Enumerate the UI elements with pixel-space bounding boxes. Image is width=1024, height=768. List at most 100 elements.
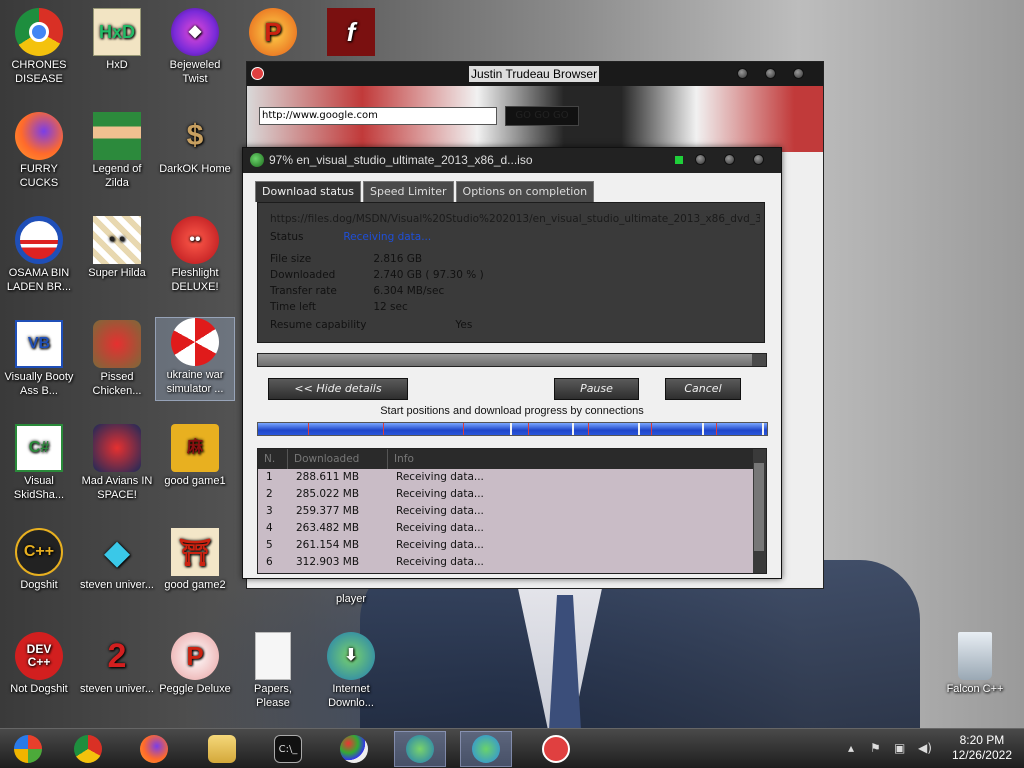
desktop-icon-visual-skidsha[interactable]: C# Visual SkidSha... xyxy=(0,424,78,502)
go-button[interactable]: GO GO GO xyxy=(505,106,579,126)
taskbar-trudeau-browser[interactable] xyxy=(530,731,582,767)
desktop-icon-internet-download[interactable]: ⬇ Internet Downlo... xyxy=(312,632,390,710)
idm-icon: ⬇ xyxy=(327,632,375,680)
desktop-icon-steven-universe-2[interactable]: 2 steven univer... xyxy=(78,632,156,696)
column-header-downloaded[interactable]: Downloaded xyxy=(288,449,388,469)
network-icon[interactable]: ▣ xyxy=(894,741,905,755)
connections-table-header: N. Downloaded Info xyxy=(258,449,766,469)
tab-speed-limiter[interactable]: Speed Limiter xyxy=(362,181,454,202)
close-button[interactable] xyxy=(793,68,804,79)
table-row[interactable]: 4 263.482 MB Receiving data... xyxy=(258,520,766,537)
action-center-flag-icon[interactable]: ⚑ xyxy=(870,741,881,755)
time-left-row: Time left 12 sec xyxy=(270,301,408,315)
desktop-icon-firefox[interactable]: FURRY CUCKS xyxy=(0,112,78,190)
start-button[interactable] xyxy=(2,731,54,767)
taskbar-paint[interactable] xyxy=(328,731,380,767)
desktop-icon-visually-booty[interactable]: VB Visually Booty Ass B... xyxy=(0,320,78,398)
desktop-icon-dogshit[interactable]: C++ Dogshit xyxy=(0,528,78,592)
taskbar-firefox[interactable] xyxy=(128,731,180,767)
desktop-icon-super-hilda[interactable]: • • Super Hilda xyxy=(78,216,156,280)
download-titlebar[interactable]: 97% en_visual_studio_ultimate_2013_x86_d… xyxy=(243,148,781,173)
table-row[interactable]: 3 259.377 MB Receiving data... xyxy=(258,503,766,520)
desktop-icon-osama[interactable]: OSAMA BIN LADEN BR... xyxy=(0,216,78,294)
column-header-info[interactable]: Info xyxy=(388,449,738,469)
download-tabs: Download status Speed Limiter Options on… xyxy=(255,181,596,202)
minimize-button[interactable] xyxy=(695,154,706,165)
maximize-button[interactable] xyxy=(765,68,776,79)
taskbar-clock[interactable]: 8:20 PM 12/26/2022 xyxy=(952,733,1012,763)
devcpp-icon: DEV C++ xyxy=(15,632,63,680)
taskbar-chrome[interactable] xyxy=(62,731,114,767)
desktop-icon-label: Pissed Chicken... xyxy=(92,371,142,397)
connection-downloaded: 261.154 MB xyxy=(296,539,360,551)
connections-progress-bar xyxy=(257,422,768,436)
taskbar-messenger[interactable] xyxy=(460,731,512,767)
taskbar-explorer[interactable] xyxy=(196,731,248,767)
table-row[interactable]: 5 261.154 MB Receiving data... xyxy=(258,537,766,554)
desktop-icon-darkok[interactable]: $ DarkOK Home xyxy=(156,112,234,176)
desktop-icon-papers-please[interactable]: Papers, Please xyxy=(234,632,312,710)
connection-start-tick xyxy=(463,423,464,435)
download-dialog[interactable]: 97% en_visual_studio_ultimate_2013_x86_d… xyxy=(242,147,782,579)
desktop-icon-hxd[interactable]: HxD HxD xyxy=(78,8,156,72)
desktop-icon-chrome[interactable]: CHRONES DISEASE xyxy=(0,8,78,86)
flag-icon xyxy=(675,156,683,164)
desktop-icon-steven-universe-1[interactable]: ◆ steven univer... xyxy=(78,528,156,592)
desktop-icon-player[interactable]: player xyxy=(312,592,390,606)
desktop-icon-recycle-bin[interactable]: Falcon C++ xyxy=(936,632,1014,696)
desktop-icon-label: Papers, Please xyxy=(254,683,292,709)
hide-details-button[interactable]: << Hide details xyxy=(268,378,408,400)
desktop-icon-label: Internet Downlo... xyxy=(328,683,374,709)
desktop-icon-label: Bejeweled Twist xyxy=(169,59,221,85)
desktop-icon-ukraine-war[interactable]: ukraine war simulator ... xyxy=(155,317,235,401)
column-header-n[interactable]: N. xyxy=(258,449,288,469)
volume-icon[interactable]: ◀) xyxy=(918,741,932,755)
table-row[interactable]: 6 312.903 MB Receiving data... xyxy=(258,554,766,571)
desktop-icon-peggle-top[interactable]: P xyxy=(234,8,312,58)
cancel-button[interactable]: Cancel xyxy=(665,378,741,400)
desktop-icon-peggle-deluxe[interactable]: P Peggle Deluxe xyxy=(156,632,234,696)
address-input[interactable]: http://www.google.com xyxy=(259,107,497,125)
connection-info: Receiving data... xyxy=(396,505,484,517)
connection-number: 2 xyxy=(266,488,273,500)
tab-options-on-completion[interactable]: Options on completion xyxy=(455,181,595,202)
taskbar: C:\_ ▴ ⚑ ▣ ◀) 8:20 PM 12/26/2022 xyxy=(0,728,1024,768)
connection-start-tick xyxy=(716,423,717,435)
show-hidden-icons-icon[interactable]: ▴ xyxy=(848,741,854,755)
taskbar-cmd[interactable]: C:\_ xyxy=(262,731,314,767)
close-button[interactable] xyxy=(753,154,764,165)
browser-titlebar[interactable]: Justin Trudeau Browser xyxy=(247,62,823,86)
table-row[interactable]: 2 285.022 MB Receiving data... xyxy=(258,486,766,503)
desktop-icon-zilda[interactable]: Legend of Zilda xyxy=(78,112,156,190)
desktop-icon-fleshlight[interactable]: •• Fleshlight DELUXE! xyxy=(156,216,234,294)
connections-caption: Start positions and download progress by… xyxy=(380,405,644,417)
diamond-icon: ◆ xyxy=(104,534,130,570)
desktop-icon-label: Visual SkidSha... xyxy=(13,475,65,501)
tab-download-status[interactable]: Download status xyxy=(255,181,361,202)
connection-segment-marker xyxy=(762,423,764,435)
connection-number: 1 xyxy=(266,471,273,483)
desktop-icon-label: Fleshlight DELUXE! xyxy=(171,267,219,293)
gem-icon: ◆ xyxy=(171,8,219,56)
connection-number: 3 xyxy=(266,505,273,517)
connection-number: 6 xyxy=(266,556,273,568)
table-row[interactable]: 1 288.611 MB Receiving data... xyxy=(258,469,766,486)
scrollbar-thumb[interactable] xyxy=(754,463,764,551)
flash-icon: f xyxy=(327,8,375,56)
desktop-icon-pissed-chicken[interactable]: Pissed Chicken... xyxy=(78,320,156,398)
time-left-label: Time left xyxy=(270,301,317,313)
connections-scrollbar[interactable] xyxy=(753,449,766,573)
desktop-icon-label: HxD xyxy=(106,59,128,71)
minimize-button[interactable] xyxy=(737,68,748,79)
taskbar-idm[interactable] xyxy=(394,731,446,767)
desktop-icon-flash[interactable]: f xyxy=(312,8,390,58)
resume-row: Resume capability Yes xyxy=(270,319,472,333)
desktop-icon-good-game2[interactable]: ⛩ good game2 xyxy=(156,528,234,592)
desktop-icon-mad-avians[interactable]: Mad Avians IN SPACE! xyxy=(78,424,156,502)
connection-downloaded: 285.022 MB xyxy=(296,488,360,500)
desktop-icon-good-game1[interactable]: 麻 good game1 xyxy=(156,424,234,488)
pause-button[interactable]: Pause xyxy=(554,378,639,400)
desktop-icon-not-dogshit[interactable]: DEV C++ Not Dogshit xyxy=(0,632,78,696)
desktop-icon-bejeweled[interactable]: ◆ Bejeweled Twist xyxy=(156,8,234,86)
maximize-button[interactable] xyxy=(724,154,735,165)
